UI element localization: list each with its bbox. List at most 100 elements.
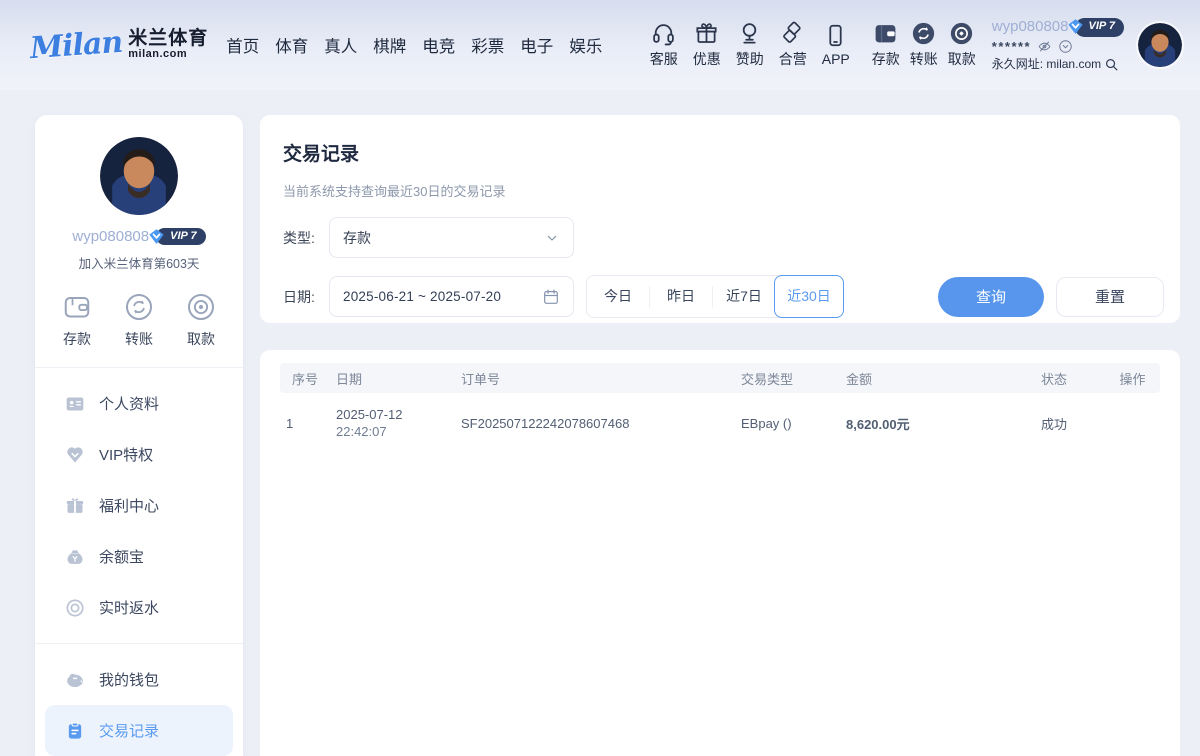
row-amount: 8,620.00元 — [840, 393, 1035, 453]
welfare-gift-icon — [65, 496, 85, 516]
quick-action-withdraw[interactable]: 取款 — [186, 292, 216, 349]
nav-item-lottery[interactable]: 彩票 — [469, 27, 506, 63]
toplink-label: 优惠 — [693, 49, 721, 69]
col-header-action: 操作 — [1105, 363, 1160, 393]
nav-item-cards[interactable]: 棋牌 — [371, 27, 408, 63]
sidebar-item-transaction-records[interactable]: 交易记录 — [45, 705, 233, 756]
nav-item-esports[interactable]: 电竞 — [420, 27, 457, 63]
row-status-badge: 成功 — [1035, 393, 1105, 453]
col-header-no: 序号 — [280, 363, 330, 393]
logo-domain: milan.com — [128, 49, 208, 61]
records-table: 序号 日期 订单号 交易类型 金额 状态 操作 1 2025-07-12 22:… — [280, 363, 1160, 453]
magnifier-icon[interactable] — [1104, 57, 1119, 72]
vip-gem-icon — [1066, 17, 1085, 36]
avatar[interactable] — [1136, 21, 1184, 69]
date-range-value: 2025-06-21 ~ 2025-07-20 — [343, 289, 542, 304]
page-subtitle: 当前系统支持查询最近30日的交易记录 — [283, 181, 1164, 200]
logo[interactable]: Milan 米兰体育 milan.com — [30, 28, 208, 63]
sidebar-item-profile[interactable]: 个人资料 — [35, 378, 243, 429]
toplink-affiliate[interactable]: 合营 — [779, 21, 807, 69]
logo-title: 米兰体育 — [128, 29, 208, 49]
nav-item-sports[interactable]: 体育 — [273, 27, 310, 63]
range-button-30days[interactable]: 近30日 — [774, 275, 844, 318]
toplink-label: 存款 — [872, 49, 900, 69]
range-button-yesterday[interactable]: 昨日 — [650, 276, 712, 317]
sidebar-item-welfare[interactable]: 福利中心 — [35, 480, 243, 531]
sidebar-item-label: 余额宝 — [99, 546, 144, 567]
toplink-promo[interactable]: 优惠 — [693, 21, 721, 69]
sidebar-item-my-wallet[interactable]: 我的钱包 — [35, 654, 243, 705]
masked-balance: ****** — [992, 39, 1031, 55]
vip-label: VIP 7 — [170, 230, 197, 242]
vip-badge: VIP 7 — [156, 228, 206, 245]
row-action — [1105, 393, 1160, 453]
reset-button[interactable]: 重置 — [1056, 277, 1164, 317]
deposit-wallet-icon — [62, 292, 92, 322]
nav-item-entertainment[interactable]: 娱乐 — [567, 27, 604, 63]
sidebar-item-vip[interactable]: VIP特权 — [35, 429, 243, 480]
avatar[interactable] — [100, 137, 178, 215]
sidebar-menu: 个人资料 VIP特权 福利中心 余额宝 实时返水 我的钱包 交易记录 — [35, 368, 243, 756]
vip-label: VIP 7 — [1089, 20, 1116, 32]
sidebar-item-rebate[interactable]: 实时返水 — [35, 582, 243, 633]
row-order-number: SF202507122242078607468 — [455, 393, 735, 453]
date-filter-label: 日期: — [283, 287, 329, 307]
join-days-text: 加入米兰体育第603天 — [35, 253, 243, 272]
toplink-label: 客服 — [650, 49, 678, 69]
chevron-circle-icon[interactable] — [1058, 39, 1073, 54]
sidebar-item-label: 我的钱包 — [99, 669, 159, 690]
nav-item-slots[interactable]: 电子 — [518, 27, 555, 63]
sidebar-item-label: 实时返水 — [99, 597, 159, 618]
nav-item-home[interactable]: 首页 — [224, 27, 261, 63]
toplink-label: APP — [822, 51, 850, 67]
divider — [35, 643, 243, 644]
toplink-sponsor[interactable]: 赞助 — [736, 21, 764, 69]
toplink-withdraw[interactable]: 取款 — [948, 21, 976, 69]
toplink-label: 转账 — [910, 49, 938, 69]
username: wyp080808 — [992, 18, 1069, 37]
row-date: 2025-07-12 22:42:07 — [330, 393, 455, 453]
range-button-7days[interactable]: 近7日 — [713, 276, 775, 317]
toplink-service[interactable]: 客服 — [650, 21, 678, 69]
col-header-order: 订单号 — [455, 363, 735, 393]
topbar: Milan 米兰体育 milan.com 首页 体育 真人 棋牌 电竞 彩票 电… — [0, 0, 1200, 90]
vip-gem-icon — [65, 445, 85, 465]
row-no: 1 — [280, 393, 330, 453]
date-range-input[interactable]: 2025-06-21 ~ 2025-07-20 — [329, 276, 574, 317]
toplink-app[interactable]: APP — [822, 23, 850, 67]
table-header-row: 序号 日期 订单号 交易类型 金额 状态 操作 — [280, 363, 1160, 393]
toplink-transfer[interactable]: 转账 — [910, 21, 938, 69]
col-header-type: 交易类型 — [735, 363, 840, 393]
quick-action-label: 取款 — [187, 329, 215, 349]
range-button-today[interactable]: 今日 — [587, 276, 649, 317]
transfer-icon — [124, 292, 154, 322]
row-date-day: 2025-07-12 — [336, 407, 455, 422]
sidebar-item-yuebao[interactable]: 余额宝 — [35, 531, 243, 582]
permanent-url: 永久网址: milan.com — [992, 57, 1101, 72]
type-select[interactable]: 存款 — [329, 217, 574, 258]
quick-action-transfer[interactable]: 转账 — [124, 292, 154, 349]
quick-action-label: 存款 — [63, 329, 91, 349]
main-nav: 首页 体育 真人 棋牌 电竞 彩票 电子 娱乐 — [224, 27, 604, 63]
type-select-value: 存款 — [343, 228, 544, 248]
filter-card: 交易记录 当前系统支持查询最近30日的交易记录 类型: 存款 日期: 2025-… — [260, 115, 1180, 323]
username: wyp080808 — [72, 228, 149, 245]
nav-item-live[interactable]: 真人 — [322, 27, 359, 63]
withdraw-icon — [186, 292, 216, 322]
money-bag-icon — [65, 547, 85, 567]
sidebar-item-label: 交易记录 — [99, 720, 159, 741]
col-header-date: 日期 — [330, 363, 455, 393]
vip-badge: VIP 7 — [1075, 18, 1125, 37]
table-row: 1 2025-07-12 22:42:07 SF2025071222420786… — [280, 393, 1160, 453]
toplink-label: 赞助 — [736, 49, 764, 69]
search-button[interactable]: 查询 — [938, 277, 1044, 317]
sidebar-item-label: VIP特权 — [99, 444, 153, 465]
records-clipboard-icon — [65, 721, 85, 741]
deposit-wallet-icon — [873, 21, 898, 46]
eye-slash-icon[interactable] — [1037, 39, 1052, 54]
headset-icon — [651, 21, 676, 46]
quick-action-deposit[interactable]: 存款 — [62, 292, 92, 349]
logo-script: Milan — [29, 24, 123, 65]
rebate-coin-icon — [65, 598, 85, 618]
toplink-deposit[interactable]: 存款 — [872, 21, 900, 69]
